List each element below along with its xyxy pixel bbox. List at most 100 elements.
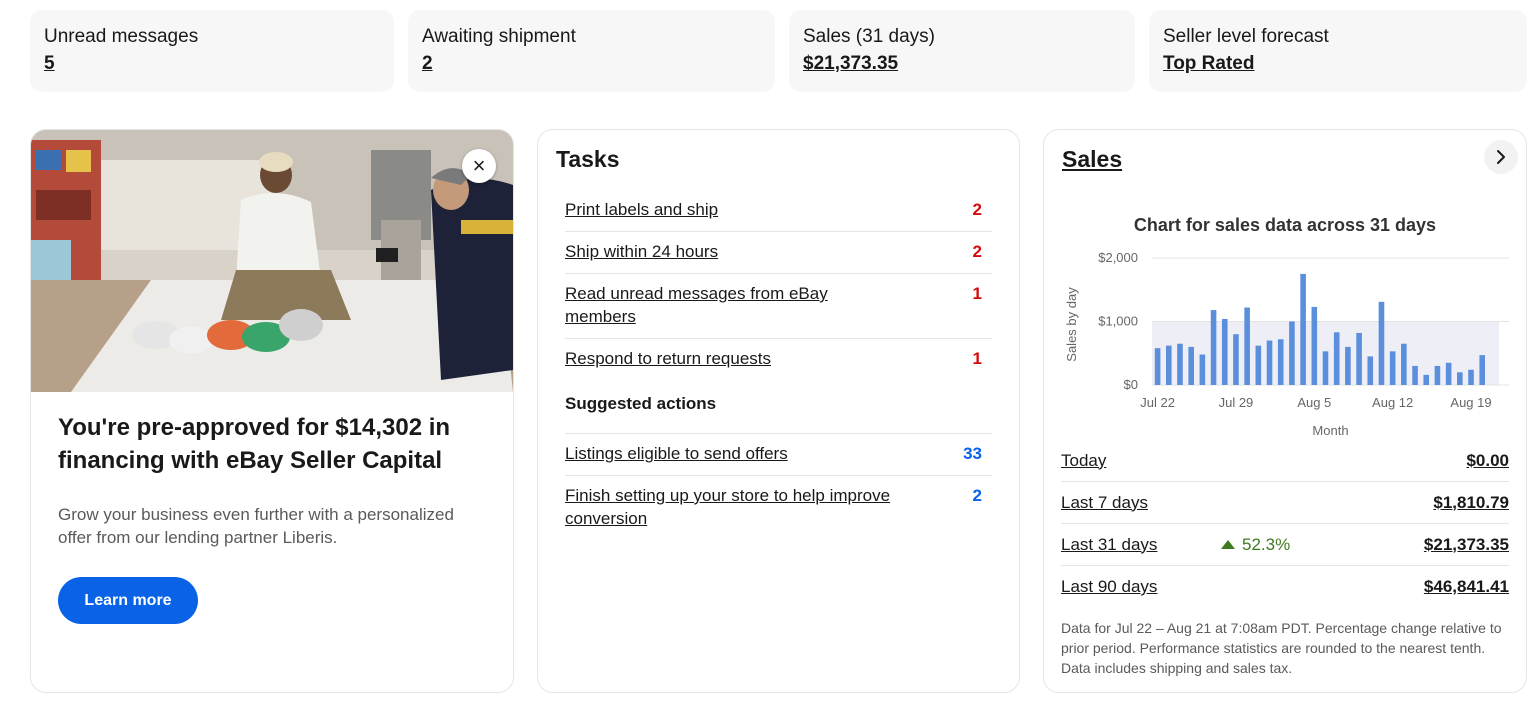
y-tick-label: $1,000: [1098, 314, 1138, 329]
task-row[interactable]: Ship within 24 hours 2: [565, 240, 992, 274]
chart-bar: [1378, 301, 1385, 385]
chart-bar: [1266, 340, 1273, 385]
chart-bar: [1434, 365, 1441, 385]
y-tick-label: $2,000: [1098, 250, 1138, 265]
chart-bar: [1367, 356, 1374, 385]
x-tick-label: Jul 29: [1219, 395, 1254, 410]
chart-bar: [1423, 374, 1430, 385]
suggested-actions-heading: Suggested actions: [565, 394, 717, 413]
suggested-label[interactable]: Listings eligible to send offers: [565, 442, 905, 475]
tasks-card: Tasks Print labels and ship 2 Ship withi…: [537, 129, 1020, 693]
chevron-right-icon: [1497, 150, 1505, 164]
period-label[interactable]: Last 90 days: [1061, 577, 1221, 597]
chart-bar: [1300, 273, 1306, 385]
x-tick-label: Aug 12: [1372, 395, 1413, 410]
sales-expand-button[interactable]: [1484, 140, 1518, 174]
task-label[interactable]: Ship within 24 hours: [565, 240, 905, 273]
period-label[interactable]: Last 31 days: [1061, 535, 1221, 555]
chart-bar: [1244, 307, 1250, 385]
chart-bar: [1333, 332, 1340, 385]
suggested-row[interactable]: Listings eligible to send offers 33: [565, 442, 992, 476]
x-tick-label: Aug 19: [1450, 395, 1491, 410]
trend-up-icon: [1221, 540, 1235, 549]
stat-sales-31-days: Sales (31 days) $21,373.35: [789, 10, 1135, 92]
period-value[interactable]: $1,810.79: [1433, 493, 1509, 513]
promo-description: Grow your business even further with a p…: [58, 505, 454, 547]
chart-bar: [1311, 306, 1318, 385]
period-label[interactable]: Last 7 days: [1061, 493, 1221, 513]
sales-title-link[interactable]: Sales: [1062, 146, 1122, 173]
period-change-value: 52.3%: [1242, 534, 1291, 554]
task-count: 2: [972, 200, 982, 219]
sales-period-row: Last 7 days $1,810.79: [1061, 482, 1509, 524]
stat-value-link[interactable]: $21,373.35: [803, 50, 1121, 78]
period-change: 52.3%: [1221, 535, 1424, 555]
task-label[interactable]: Read unread messages from eBay members: [565, 282, 845, 338]
chart-bar: [1188, 346, 1194, 385]
sales-footnote: Data for Jul 22 – Aug 21 at 7:08am PDT. …: [1061, 620, 1502, 676]
chart-bar: [1210, 310, 1217, 385]
y-axis-label: Sales by day: [1064, 287, 1079, 362]
sales-period-row: Last 90 days $46,841.41: [1061, 566, 1509, 608]
x-tick-label: Aug 5: [1297, 395, 1331, 410]
chart-bar: [1445, 362, 1452, 385]
task-count: 2: [972, 242, 982, 261]
chart-bar: [1277, 339, 1284, 385]
stat-value-link[interactable]: 5: [44, 50, 380, 78]
stat-label: Unread messages: [44, 26, 199, 47]
divider: [565, 433, 992, 434]
close-icon: ×: [472, 153, 486, 178]
stat-seller-level: Seller level forecast Top Rated: [1149, 10, 1527, 92]
stat-awaiting-shipment: Awaiting shipment 2: [408, 10, 775, 92]
task-row[interactable]: Read unread messages from eBay members 1: [565, 282, 992, 339]
stat-unread-messages: Unread messages 5: [30, 10, 394, 92]
x-tick-label: Jul 22: [1140, 395, 1175, 410]
task-count: 1: [972, 349, 982, 368]
suggested-label[interactable]: Finish setting up your store to help imp…: [565, 484, 905, 541]
task-label[interactable]: Print labels and ship: [565, 198, 905, 231]
chart-bar: [1165, 345, 1172, 385]
stat-value-link[interactable]: 2: [422, 50, 761, 78]
chart-bar: [1177, 343, 1183, 385]
chart-bar: [1233, 334, 1239, 385]
close-promo-button[interactable]: ×: [462, 149, 496, 183]
chart-bar: [1389, 351, 1396, 385]
chart-bar: [1289, 321, 1295, 385]
chart-bar: [1468, 369, 1474, 385]
task-count: 1: [972, 284, 982, 303]
chart-bar: [1401, 343, 1407, 385]
period-value[interactable]: $0.00: [1466, 451, 1509, 471]
suggested-row[interactable]: Finish setting up your store to help imp…: [565, 484, 992, 541]
stat-value-link[interactable]: Top Rated: [1163, 50, 1513, 78]
financing-promo-card: × You're pre-approved for $14,302 in fin…: [30, 129, 514, 693]
chart-bar: [1457, 372, 1463, 385]
sales-period-row: Last 31 days 52.3% $21,373.35: [1061, 524, 1509, 566]
sales-bar-chart: $0 $1,000 $2,000 Jul 22 Jul 29 Aug 5 Aug 12 Aug…: [1064, 250, 1509, 438]
chart-bar: [1221, 318, 1228, 385]
sales-card: Sales Chart for sales data across 31 day…: [1043, 129, 1527, 693]
sales-period-row: Today $0.00: [1061, 440, 1509, 482]
chart-bar: [1322, 351, 1329, 385]
chart-bar: [1356, 332, 1362, 385]
chart-bar: [1345, 346, 1351, 385]
stat-label: Sales (31 days): [803, 26, 936, 47]
x-axis-label: Month: [1312, 423, 1348, 438]
stat-label: Seller level forecast: [1163, 26, 1329, 47]
stat-label: Awaiting shipment: [422, 26, 576, 47]
suggested-count: 2: [972, 486, 982, 505]
chart-bar: [1199, 354, 1206, 385]
period-value[interactable]: $21,373.35: [1424, 535, 1509, 555]
y-tick-label: $0: [1124, 377, 1138, 392]
chart-bar: [1479, 355, 1486, 385]
period-label[interactable]: Today: [1061, 451, 1221, 471]
chart-bar: [1255, 345, 1262, 385]
promo-photo: [31, 130, 513, 392]
learn-more-button[interactable]: Learn more: [58, 577, 198, 624]
period-value[interactable]: $46,841.41: [1424, 577, 1509, 597]
chart-title: Chart for sales data across 31 days: [1133, 215, 1437, 235]
chart-bar: [1412, 365, 1418, 385]
tasks-title: Tasks: [556, 146, 620, 172]
task-label[interactable]: Respond to return requests: [565, 347, 905, 381]
task-row[interactable]: Respond to return requests 1: [565, 347, 992, 381]
task-row[interactable]: Print labels and ship 2: [565, 198, 992, 232]
